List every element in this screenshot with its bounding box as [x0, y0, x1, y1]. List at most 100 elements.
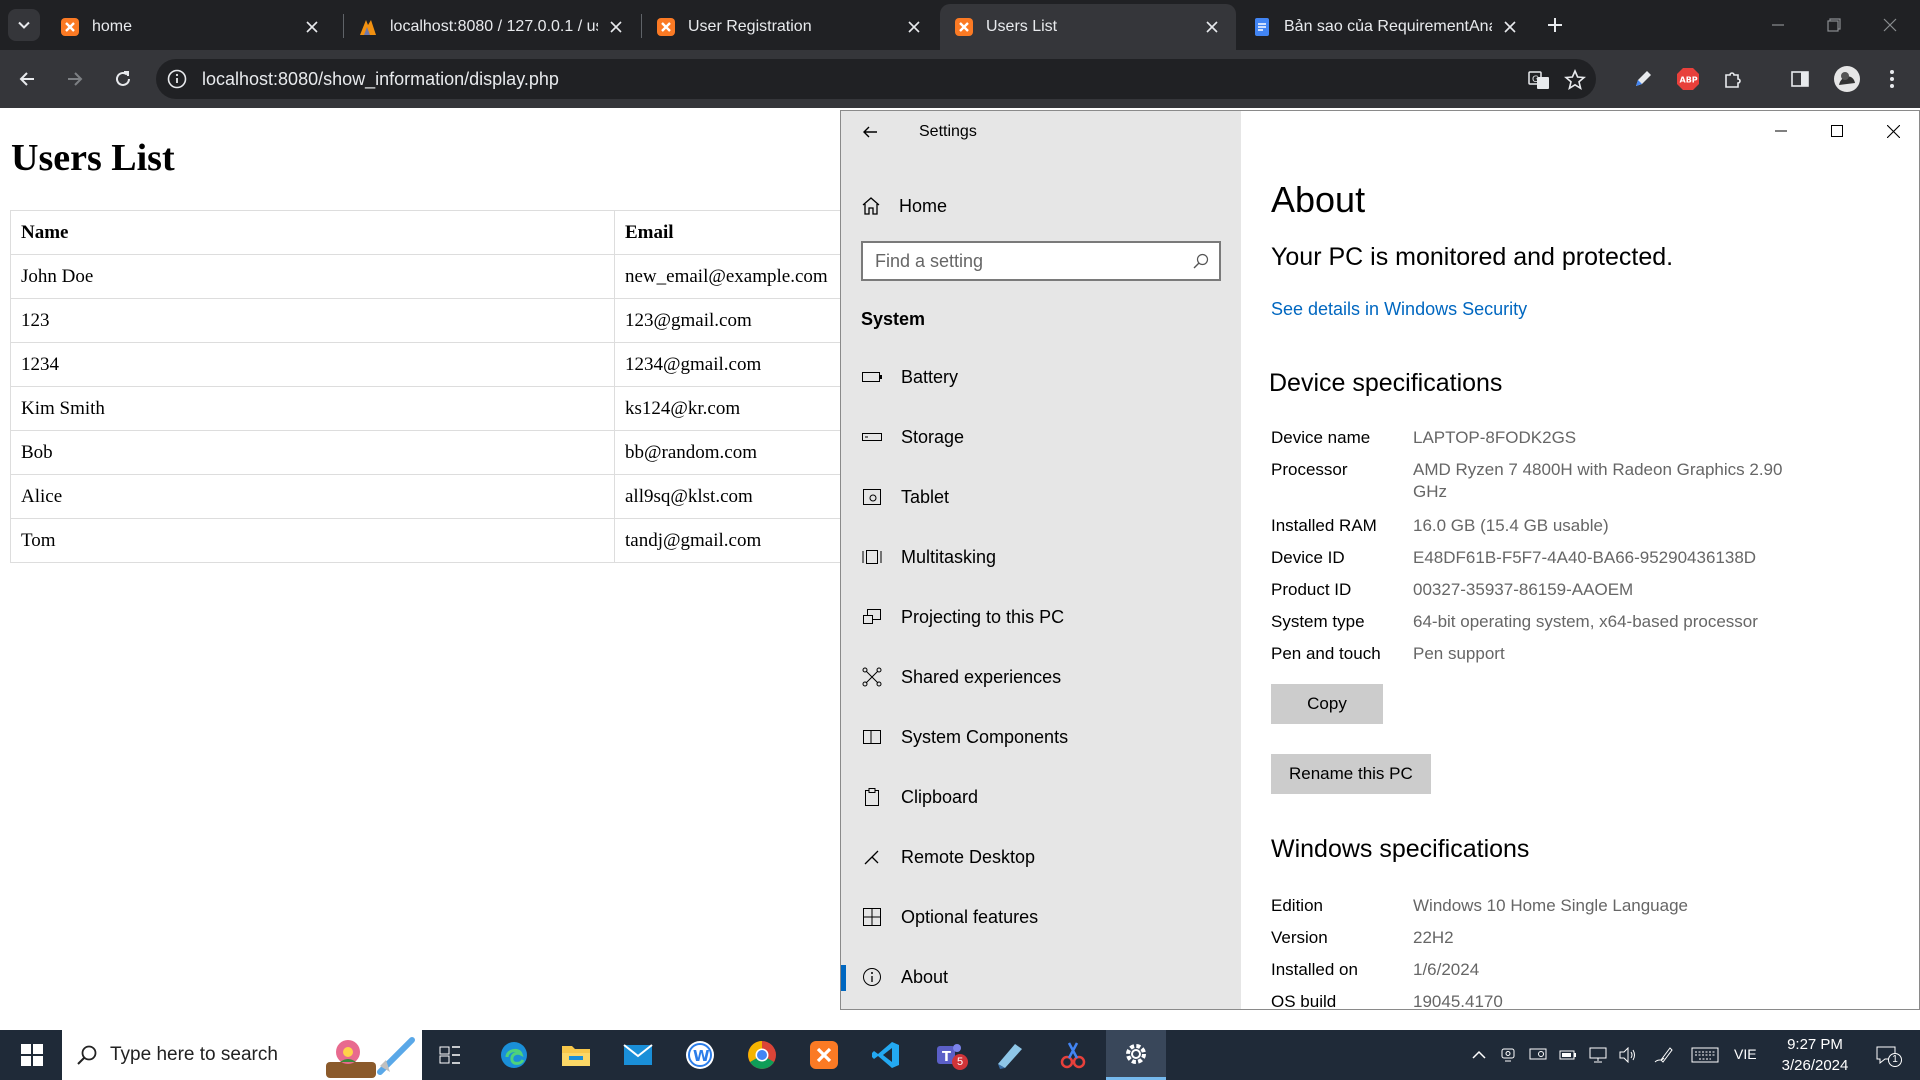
taskbar-file-explorer[interactable]: [548, 1030, 604, 1080]
tab-user-registration[interactable]: User Registration: [642, 4, 938, 50]
taskbar-vscode[interactable]: [858, 1030, 914, 1080]
adblock-plus-button[interactable]: ABP: [1671, 62, 1705, 96]
taskbar-mail[interactable]: [610, 1030, 666, 1080]
spec-key: Pen and touch: [1271, 644, 1381, 663]
search-icon: [1193, 253, 1209, 269]
browser-minimize-button[interactable]: [1752, 6, 1804, 44]
nav-item-shared-experiences[interactable]: Shared experiences: [841, 657, 1241, 697]
nav-item-label: Battery: [901, 366, 959, 387]
nav-item-label: Shared experiences: [901, 666, 1062, 687]
star-icon[interactable]: [1564, 69, 1586, 91]
spec-key: OS build: [1271, 992, 1337, 1010]
notification-count-badge: 1: [1888, 1053, 1902, 1067]
spec-key: Device ID: [1271, 548, 1345, 567]
projecting-icon: [863, 609, 881, 624]
nav-item-tablet[interactable]: Tablet: [841, 477, 1241, 517]
windows-security-link[interactable]: See details in Windows Security: [1271, 299, 1527, 320]
user-name: Kim Smith: [10, 386, 615, 431]
side-panel-button[interactable]: [1783, 62, 1817, 96]
close-icon: [1883, 18, 1897, 32]
start-button[interactable]: [4, 1030, 60, 1080]
spec-key: Device name: [1271, 428, 1371, 447]
plus-icon: [1548, 18, 1562, 32]
taskbar-search-box[interactable]: Type here to search: [62, 1030, 422, 1080]
nav-item-battery[interactable]: Battery: [841, 357, 1241, 397]
task-view-button[interactable]: [422, 1030, 478, 1080]
nav-item-optional-features[interactable]: Optional features: [841, 897, 1241, 937]
taskbar-pen-app[interactable]: [982, 1030, 1038, 1080]
browser-close-button[interactable]: [1864, 6, 1916, 44]
spec-value: 1/6/2024: [1413, 960, 1480, 979]
address-bar[interactable]: localhost:8080/show_information/display.…: [156, 59, 1596, 99]
taskbar-wps[interactable]: W: [672, 1030, 728, 1080]
nav-item-projecting[interactable]: Projecting to this PC: [841, 597, 1241, 637]
tray-overflow-button[interactable]: [1468, 1045, 1490, 1065]
xampp-icon: [810, 1041, 838, 1069]
info-icon[interactable]: [166, 68, 188, 90]
restore-icon: [1827, 18, 1841, 32]
spec-value: 16.0 GB (15.4 GB usable): [1413, 516, 1609, 535]
find-setting-input[interactable]: [875, 251, 1175, 272]
minimize-icon: [1772, 24, 1784, 26]
taskbar-xampp[interactable]: [796, 1030, 852, 1080]
tablet-icon: [863, 489, 881, 505]
tab-title: User Registration: [688, 18, 812, 35]
nav-item-about[interactable]: About: [841, 957, 1241, 997]
back-button[interactable]: [10, 62, 44, 96]
extensions-button[interactable]: [1716, 62, 1750, 96]
profile-button[interactable]: [1830, 62, 1864, 96]
copy-button[interactable]: Copy: [1271, 684, 1383, 724]
rename-pc-button[interactable]: Rename this PC: [1271, 754, 1431, 794]
tab-google-doc[interactable]: Bản sao của RequirementAnaly: [1238, 4, 1534, 50]
tray-webcam[interactable]: [1497, 1045, 1519, 1065]
close-icon[interactable]: [904, 17, 924, 37]
tray-battery[interactable]: [1557, 1045, 1579, 1065]
chrome-menu-button[interactable]: [1875, 62, 1909, 96]
find-setting-search[interactable]: [861, 241, 1221, 281]
tray-touch-keyboard[interactable]: [1690, 1045, 1720, 1065]
tray-display-settings[interactable]: [1527, 1045, 1549, 1065]
svg-text:W: W: [693, 1047, 710, 1065]
close-icon[interactable]: [606, 17, 626, 37]
url-text[interactable]: localhost:8080/show_information/display.…: [202, 69, 559, 90]
nav-item-clipboard[interactable]: Clipboard: [841, 777, 1241, 817]
nav-item-multitasking[interactable]: Multitasking: [841, 537, 1241, 577]
storage-icon: [862, 433, 882, 441]
taskbar-chrome[interactable]: [734, 1030, 790, 1080]
browser-restore-button[interactable]: [1808, 6, 1860, 44]
nav-home[interactable]: Home: [861, 191, 947, 221]
forward-button[interactable]: [58, 62, 92, 96]
back-arrow-icon[interactable]: [861, 123, 879, 141]
action-center-button[interactable]: 1: [1872, 1045, 1902, 1067]
tray-pen-workspace[interactable]: [1652, 1045, 1674, 1065]
close-icon[interactable]: [1202, 17, 1222, 37]
chevron-down-icon: [18, 21, 30, 29]
reload-button[interactable]: [106, 62, 140, 96]
nav-section-system: System: [861, 309, 926, 329]
nav-item-storage[interactable]: Storage: [841, 417, 1241, 457]
translate-icon[interactable]: G: [1528, 69, 1550, 91]
tab-home[interactable]: home: [46, 4, 336, 50]
new-tab-button[interactable]: [1542, 12, 1568, 38]
close-icon[interactable]: [1500, 17, 1520, 37]
phpmyadmin-icon: [360, 20, 376, 35]
tab-phpmyadmin[interactable]: localhost:8080 / 127.0.0.1 / user: [344, 4, 640, 50]
taskbar-teams[interactable]: T 5: [920, 1030, 976, 1080]
multitasking-icon: [862, 550, 882, 564]
tray-volume[interactable]: [1617, 1045, 1639, 1065]
about-title: About: [1271, 179, 1366, 220]
arrow-right-icon: [68, 72, 83, 86]
tray-network[interactable]: [1587, 1045, 1609, 1065]
taskbar-edge[interactable]: [486, 1030, 542, 1080]
nav-item-remote-desktop[interactable]: Remote Desktop: [841, 837, 1241, 877]
nav-item-system-components[interactable]: System Components: [841, 717, 1241, 757]
close-icon[interactable]: [302, 17, 322, 37]
tab-search-button[interactable]: [8, 9, 40, 41]
taskbar-clock[interactable]: 9:27 PM 3/26/2024: [1760, 1034, 1870, 1076]
home-icon: [862, 197, 880, 215]
input-language[interactable]: VIE: [1734, 1046, 1757, 1062]
taskbar-snipping-tool[interactable]: [1044, 1030, 1100, 1080]
tab-users-list[interactable]: Users List: [940, 4, 1236, 50]
taskbar-settings[interactable]: [1106, 1030, 1166, 1080]
pen-extension-button[interactable]: [1626, 62, 1660, 96]
